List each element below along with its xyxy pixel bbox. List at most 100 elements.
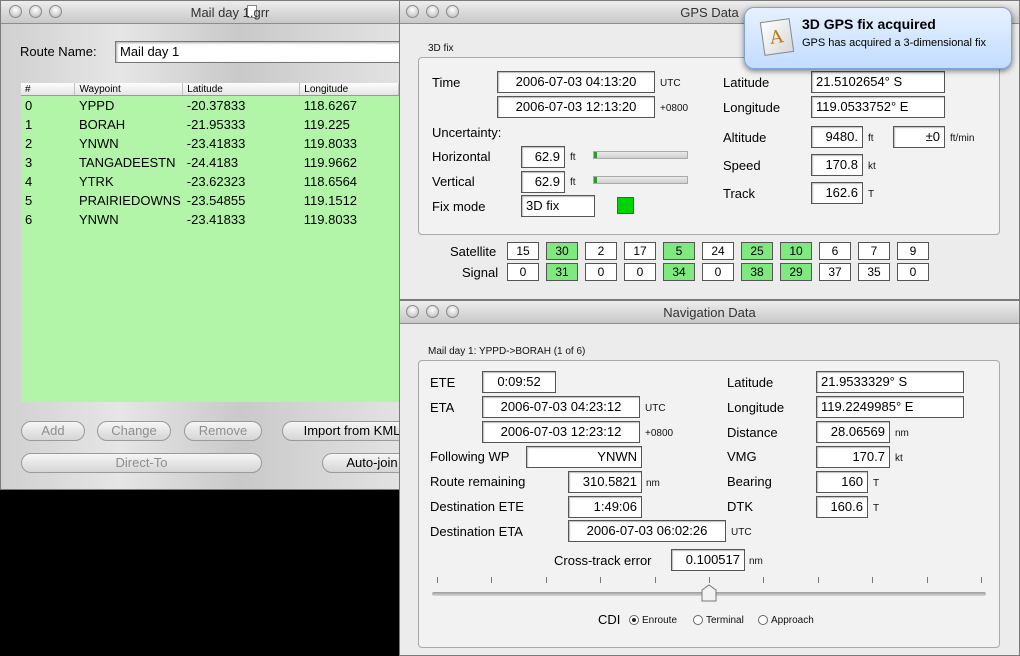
cdi-approach-radio[interactable]: [758, 615, 768, 625]
signal-strength-cell: 37: [819, 263, 851, 281]
track-field: 162.6: [811, 182, 863, 204]
satellite-id-cell: 25: [741, 242, 773, 260]
route-name-label: Route Name:: [20, 44, 97, 59]
satellite-id-cell: 15: [507, 242, 539, 260]
ete-label: ETE: [430, 375, 456, 390]
nav-window-titlebar[interactable]: Navigation Data: [400, 301, 1019, 324]
cdi-tick: [491, 577, 493, 583]
column-header-waypoint[interactable]: Waypoint: [74, 83, 184, 96]
route-window-titlebar[interactable]: Mail day 1.grr: [1, 1, 399, 24]
climb-rate-unit: ft/min: [950, 133, 975, 144]
ete-field: 0:09:52: [482, 371, 556, 393]
minimize-button[interactable]: [29, 5, 42, 18]
column-header-longitude[interactable]: Longitude: [299, 83, 399, 96]
row-waypoint: YTRK: [78, 174, 114, 189]
row-latitude: -23.41833: [186, 212, 246, 227]
row-number: 3: [25, 155, 33, 170]
cdi-enroute-label[interactable]: Enroute: [642, 615, 677, 626]
growl-notification[interactable]: A 3D GPS fix acquired GPS has acquired a…: [744, 7, 1012, 69]
cross-track-error-unit: nm: [749, 556, 763, 567]
vertical-field: 62.9: [521, 171, 565, 193]
cdi-enroute-radio[interactable]: [629, 615, 639, 625]
cdi-tick: [600, 577, 602, 583]
satellite-id-cell: 6: [819, 242, 851, 260]
destination-eta-label: Destination ETA: [430, 524, 523, 539]
signal-strength-cell: 35: [858, 263, 890, 281]
cdi-tick: [872, 577, 874, 583]
table-row[interactable]: 5 PRAIRIEDOWNS -23.54855 119.1512: [21, 191, 399, 210]
fix-indicator: [617, 197, 634, 214]
cdi-terminal-label[interactable]: Terminal: [706, 615, 744, 626]
gps-longitude-field: 119.0533752° E: [811, 96, 945, 118]
waypoint-table: # Waypoint Latitude Longitude 0 YPPD -20.3…: [21, 83, 399, 229]
satellite-id-cell: 5: [663, 242, 695, 260]
cdi-slider-thumb[interactable]: [701, 584, 717, 602]
nav-longitude-field: 119.2249985° E: [816, 396, 964, 418]
time-label: Time: [432, 75, 461, 90]
signal-strength-cell: 34: [663, 263, 695, 281]
distance-label: Distance: [727, 425, 778, 440]
row-number: 0: [25, 98, 33, 113]
application-icon: A: [759, 18, 795, 56]
cdi-tick: [926, 577, 928, 583]
satellite-id-cell: 24: [702, 242, 734, 260]
table-row[interactable]: 1 BORAH -21.95333 119.225: [21, 115, 399, 134]
table-row[interactable]: 0 YPPD -20.37833 118.6267: [21, 96, 399, 116]
nav-latitude-label: Latitude: [727, 375, 774, 390]
auto-join-button[interactable]: Auto-join: [322, 453, 399, 473]
nav-group-label: Mail day 1: YPPD->BORAH (1 of 6): [428, 346, 586, 357]
fix-mode-label: Fix mode: [432, 199, 486, 214]
route-window: Mail day 1.grr Route Name: Mail day 1 # …: [0, 0, 400, 490]
bearing-unit: T: [873, 478, 880, 489]
eta-local-field: 2006-07-03 12:23:12: [482, 421, 640, 443]
horizontal-unit: ft: [570, 152, 576, 163]
time-local-field: 2006-07-03 12:13:20: [497, 96, 655, 118]
row-waypoint: YNWN: [78, 212, 119, 227]
nav-longitude-label: Longitude: [727, 400, 785, 415]
signal-strength-cell: 31: [546, 263, 578, 281]
time-utc-unit: UTC: [660, 78, 681, 89]
direct-to-button[interactable]: Direct-To: [21, 453, 262, 473]
route-name-input[interactable]: Mail day 1: [115, 41, 399, 63]
satellite-label: Satellite: [450, 244, 497, 259]
row-longitude: 118.6267: [303, 98, 358, 113]
column-header-number[interactable]: #: [21, 83, 76, 96]
cdi-approach-label[interactable]: Approach: [771, 615, 814, 626]
table-row[interactable]: 6 YNWN -23.41833 119.8033: [21, 210, 399, 229]
speed-label: Speed: [723, 158, 761, 173]
row-number: 5: [25, 193, 33, 208]
row-longitude: 118.6564: [303, 174, 358, 189]
remove-button[interactable]: Remove: [184, 421, 262, 441]
eta-local-unit: +0800: [645, 428, 674, 439]
row-waypoint: PRAIRIEDOWNS: [78, 193, 181, 208]
table-row[interactable]: 4 YTRK -23.62323 118.6564: [21, 172, 399, 191]
altitude-field: 9480.: [811, 126, 863, 148]
import-from-kml-button[interactable]: Import from KML: [282, 421, 399, 441]
add-button[interactable]: Add: [21, 421, 85, 441]
route-remaining-label: Route remaining: [430, 474, 526, 489]
bearing-field: 160: [816, 471, 868, 493]
route-remaining-unit: nm: [646, 478, 660, 489]
table-row[interactable]: 2 YNWN -23.41833 119.8033: [21, 134, 399, 153]
signal-label: Signal: [462, 265, 499, 280]
horizontal-uncertainty-bar: [593, 151, 688, 159]
satellite-id-cell: 30: [546, 242, 578, 260]
cdi-tick: [654, 577, 656, 583]
cdi-tick: [437, 577, 438, 583]
row-longitude: 119.1512: [303, 193, 358, 208]
bearing-label: Bearing: [727, 474, 772, 489]
destination-eta-field: 2006-07-03 06:02:26: [568, 520, 726, 542]
close-button[interactable]: [9, 5, 22, 18]
column-header-latitude[interactable]: Latitude: [182, 83, 301, 96]
vmg-field: 170.7: [816, 446, 890, 468]
vertical-label: Vertical: [432, 174, 475, 189]
speed-unit: kt: [868, 161, 876, 172]
row-longitude: 119.8033: [303, 136, 358, 151]
table-row[interactable]: 3 TANGADEESTN -24.4183 119.9662: [21, 153, 399, 172]
gps-longitude-label: Longitude: [723, 100, 781, 115]
cdi-terminal-radio[interactable]: [693, 615, 703, 625]
satellite-id-cell: 9: [897, 242, 929, 260]
signal-strength-cell: 0: [897, 263, 929, 281]
change-button[interactable]: Change: [97, 421, 171, 441]
gps-group-label: 3D fix: [428, 43, 454, 54]
